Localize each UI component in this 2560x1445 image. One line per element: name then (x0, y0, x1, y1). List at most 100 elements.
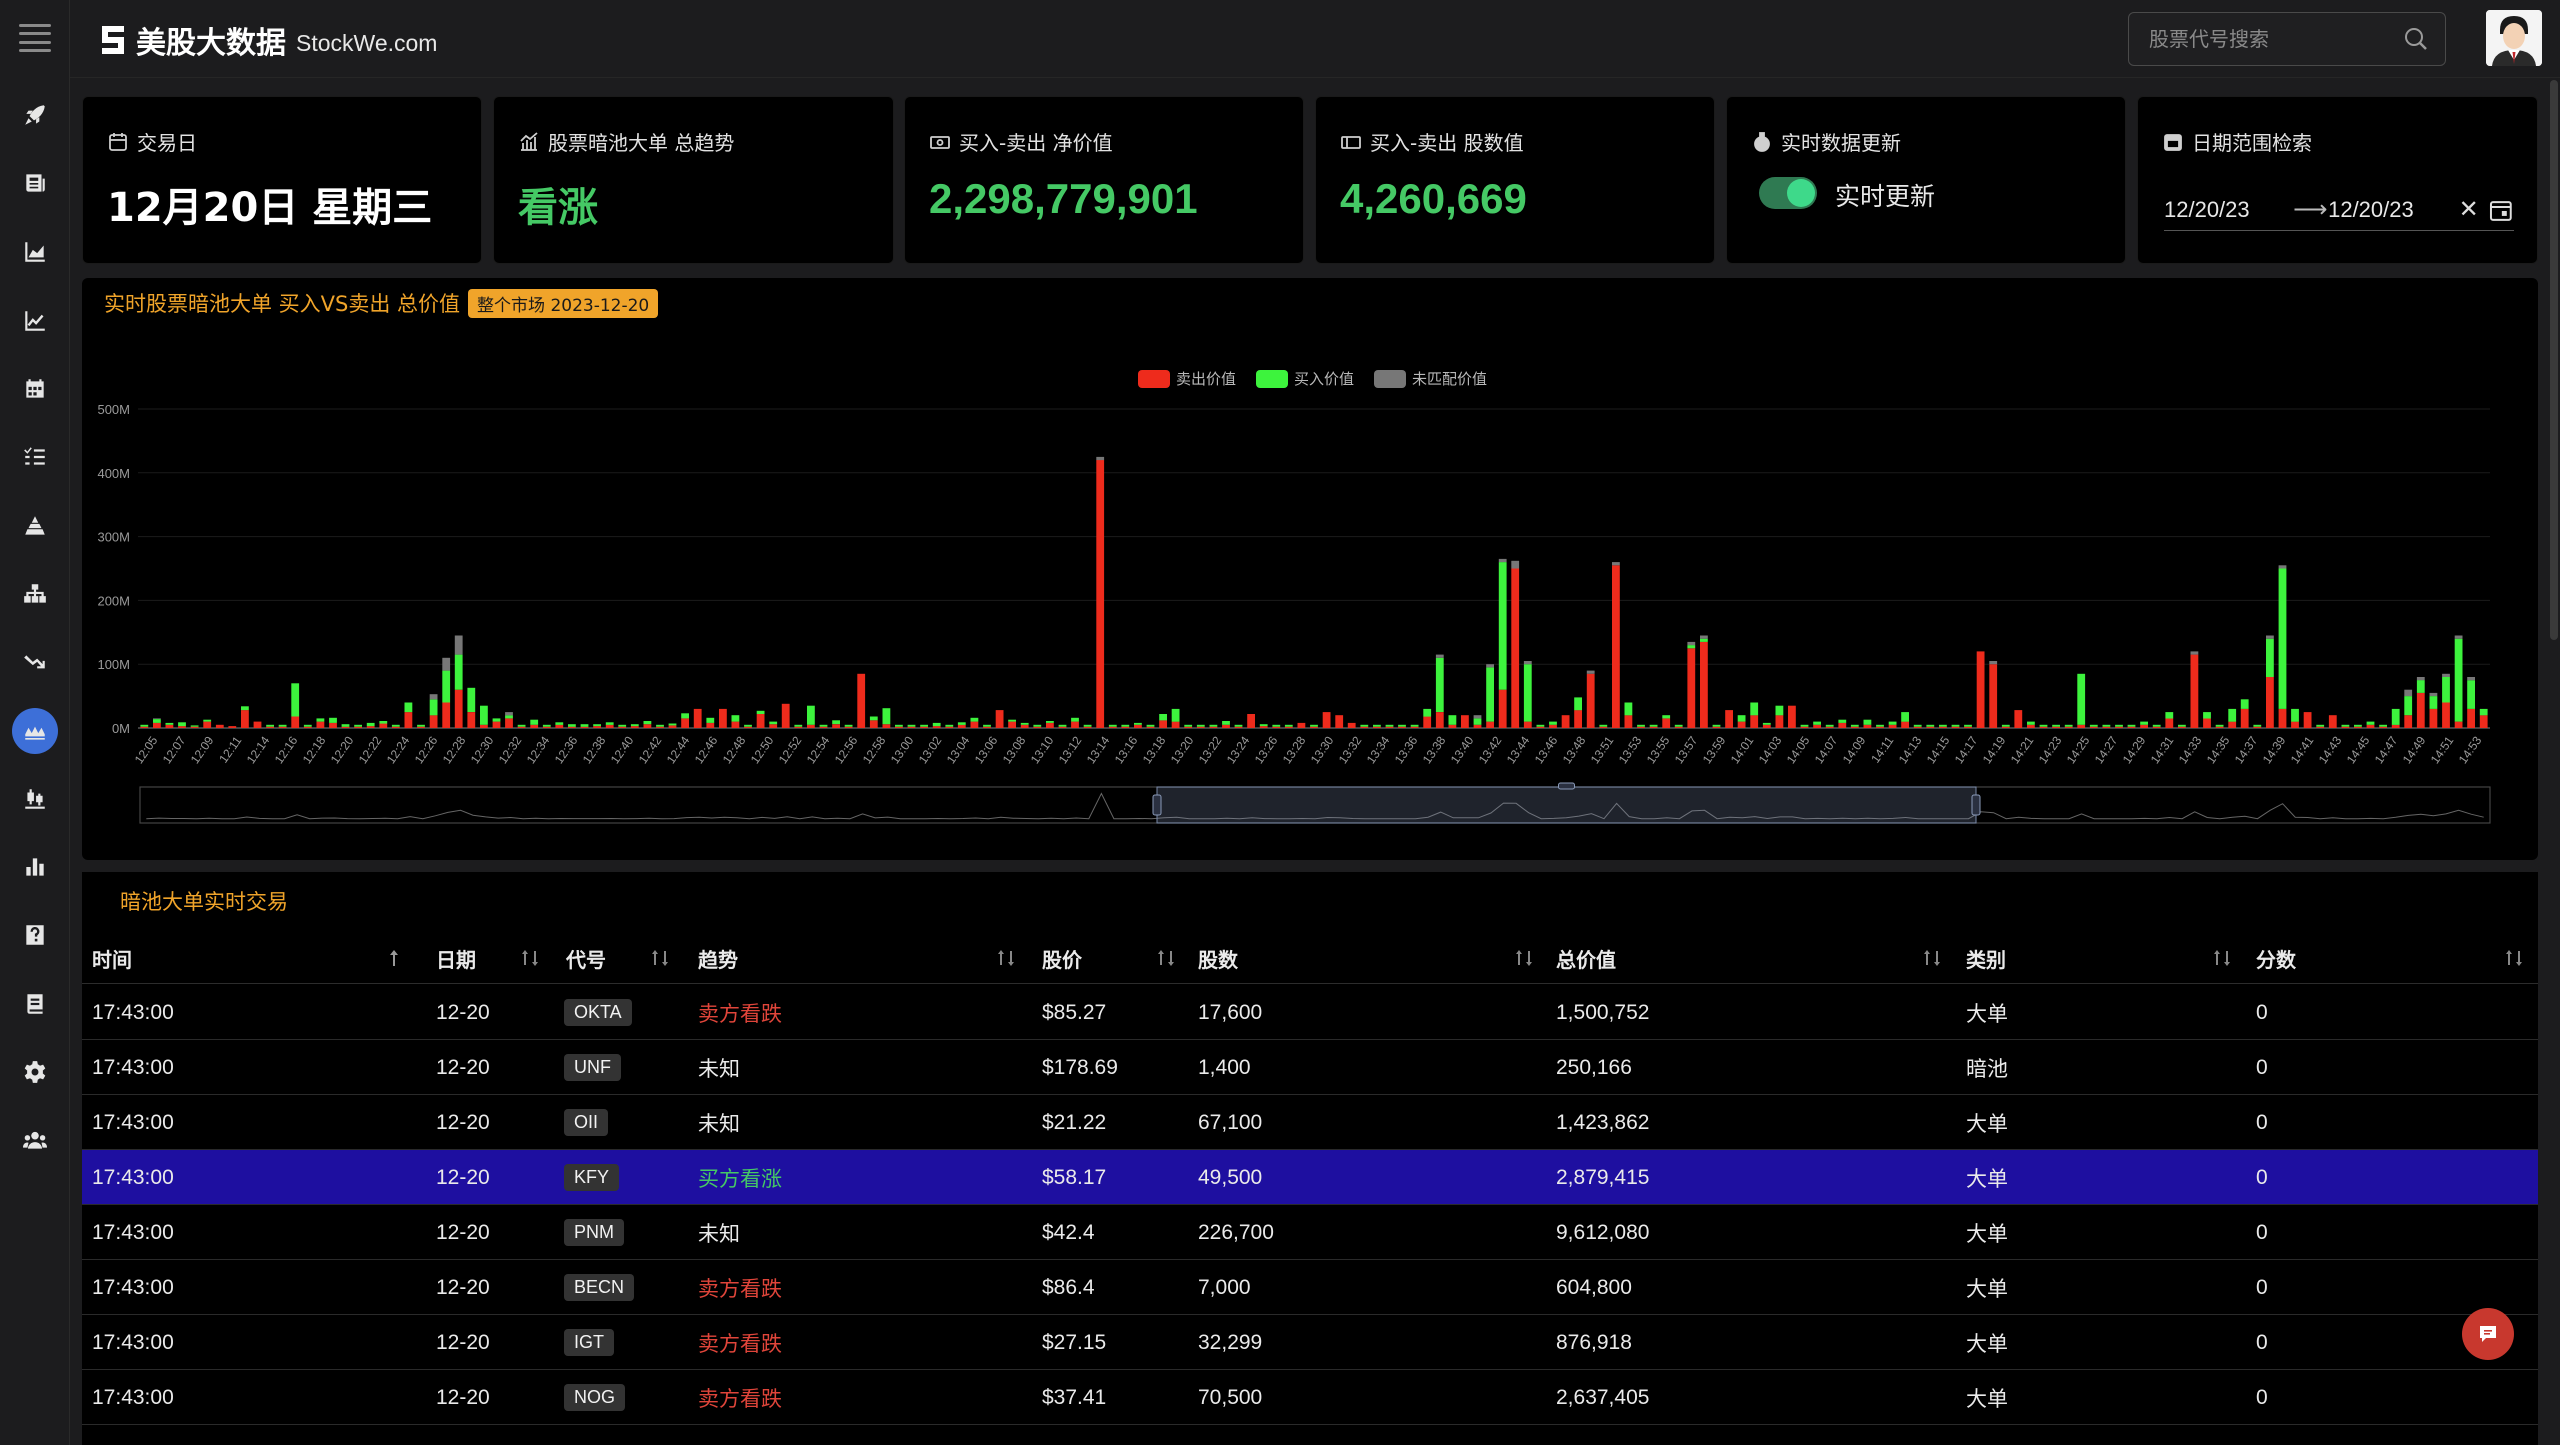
bar-sell (1762, 724, 1771, 728)
cell-trend: 卖方看跌 (698, 1260, 782, 1315)
avatar[interactable] (2486, 10, 2542, 66)
date-from-input[interactable]: 12/20/23 (2164, 197, 2293, 223)
cell-date: 12-20 (436, 1205, 490, 1260)
bar-sell (1134, 724, 1142, 728)
sidebar-item-question[interactable] (12, 912, 58, 958)
sidebar-item-rocket[interactable] (12, 92, 58, 138)
chart-panel: 卖出价值 买入价值 未匹配价值 0M 100M 200M 300M 400M 500M 12:05… (82, 278, 2538, 860)
search-icon[interactable] (2401, 24, 2431, 54)
column-header[interactable]: 分数 (2256, 932, 2296, 984)
clear-date-icon[interactable]: ✕ (2459, 195, 2483, 224)
bar-sell (580, 726, 589, 728)
bar-unmatched (2266, 635, 2274, 639)
sidebar-item-newspaper[interactable] (12, 160, 58, 206)
sort-icon[interactable] (1920, 946, 1944, 970)
realtime-toggle[interactable] (1759, 177, 1817, 209)
bar-sell (869, 720, 878, 728)
cell-time-text: 17:43:00 (92, 1110, 174, 1134)
bar-sell (2303, 712, 2312, 729)
column-header[interactable]: 代号 (566, 932, 606, 984)
bar-buy (593, 724, 601, 727)
bar-sell (1561, 715, 1570, 728)
x-tick-label: 13:55 (1644, 733, 1673, 766)
table-row[interactable]: 17:43:00 12-20 OII 未知 $21.22 67,100 1,423,862 大… (82, 1095, 2538, 1150)
sort-icon[interactable] (518, 946, 542, 970)
sidebar-item-trend-down[interactable] (12, 640, 58, 686)
chart-badge: 整个市场 2023-12-20 (468, 288, 659, 318)
sidebar-item-water[interactable] (12, 708, 58, 754)
cell-price-text: $37.41 (1042, 1385, 1107, 1409)
menu-toggle-icon[interactable] (19, 24, 51, 52)
cell-date: 12-20 (436, 985, 490, 1040)
cell-symbol-text[interactable]: NOG (564, 1384, 626, 1411)
calendar-picker-icon[interactable] (2488, 197, 2514, 223)
sidebar-item-book[interactable] (12, 981, 58, 1027)
bar-buy (832, 720, 840, 725)
x-tick-label: 12:22 (356, 733, 385, 766)
sort-icon[interactable] (1154, 946, 1178, 970)
sidebar-item-users[interactable] (12, 1117, 58, 1163)
table-row[interactable]: 17:43:00 12-20 IGT 卖方看跌 $27.15 32,299 876,918 大… (82, 1315, 2538, 1370)
cell-price-text: $21.22 (1042, 1110, 1107, 1134)
sidebar (0, 0, 70, 1445)
cell-symbol-text[interactable]: KFY (564, 1164, 620, 1191)
bar-buy (1863, 719, 1872, 725)
cell-symbol-text[interactable]: UNF (564, 1054, 621, 1081)
table-row[interactable]: 17:43:00 12-20 PNM 未知 $42.4 226,700 9,612,080 大… (82, 1205, 2538, 1260)
chat-button[interactable] (2462, 1308, 2514, 1360)
bar-sell (1800, 726, 1809, 728)
cell-trend-text: 卖方看跌 (698, 1001, 782, 1026)
sort-icon[interactable] (648, 946, 672, 970)
sidebar-item-line-chart[interactable] (12, 298, 58, 344)
bar-buy (769, 721, 778, 725)
sort-icon[interactable] (2502, 946, 2526, 970)
column-header[interactable]: 类别 (1966, 932, 2006, 984)
sort-asc-icon[interactable] (382, 946, 406, 970)
column-header[interactable]: 总价值 (1556, 932, 1616, 984)
page-scrollbar[interactable] (2550, 80, 2558, 640)
bar-sell (517, 726, 526, 728)
sort-icon[interactable] (994, 946, 1018, 970)
date-range-picker: 12/20/23 ⟶ 12/20/23 ✕ (2164, 189, 2514, 231)
table-row[interactable]: 17:43:00 12-20 NOG 卖方看跌 $37.41 70,500 2,637,40… (82, 1370, 2538, 1425)
table-row[interactable]: 17:43:00 12-20 BECN 卖方看跌 $86.4 7,000 604,800 大单… (82, 1260, 2538, 1315)
table-row[interactable]: 17:43:00 12-20 KFY 买方看涨 $58.17 49,500 2,879,41… (82, 1150, 2538, 1205)
card-net-shares: 买入-卖出 股数值 4,260,669 (1315, 96, 1715, 264)
bar-sell (2366, 724, 2375, 728)
bar-buy (2467, 680, 2475, 709)
cell-value-text: 250,166 (1556, 1055, 1632, 1079)
column-header[interactable]: 时间 (92, 932, 132, 984)
column-header[interactable]: 日期 (436, 932, 476, 984)
sidebar-item-list-check[interactable] (12, 434, 58, 480)
logo[interactable]: 美股大数据 StockWe.com (96, 18, 437, 62)
sidebar-item-pyramid[interactable] (12, 503, 58, 549)
sort-icon[interactable] (1512, 946, 1536, 970)
search-input[interactable] (2129, 13, 2401, 65)
sidebar-item-candles[interactable] (12, 776, 58, 822)
cell-symbol-text[interactable]: PNM (564, 1219, 624, 1246)
sidebar-item-bar-chart[interactable] (12, 844, 58, 890)
bar-sell (1033, 726, 1042, 728)
sidebar-item-gear[interactable] (12, 1049, 58, 1095)
sidebar-item-calendar[interactable] (12, 366, 58, 412)
sidebar-item-sitemap[interactable] (12, 571, 58, 617)
x-tick-label: 14:35 (2204, 733, 2233, 766)
date-to-input[interactable]: 12/20/23 (2328, 197, 2458, 223)
sort-icon[interactable] (2210, 946, 2234, 970)
cell-symbol-text[interactable]: OKTA (564, 999, 632, 1026)
cell-price-text: $178.69 (1042, 1055, 1118, 1079)
sidebar-item-area-chart[interactable] (12, 229, 58, 275)
cell-symbol-text[interactable]: IGT (564, 1329, 614, 1356)
cell-symbol-text[interactable]: OII (564, 1109, 609, 1136)
bar-buy (190, 725, 199, 727)
table-row[interactable]: 17:43:00 12-20 UNF 未知 $178.69 1,400 250,166 暗池 0 (82, 1040, 2538, 1095)
bar-unmatched (2190, 651, 2199, 655)
bar-sell (253, 721, 262, 728)
table-row[interactable]: 17:43:00 12-20 OKTA 卖方看跌 $85.27 17,600 1,500,7… (82, 985, 2538, 1040)
cell-symbol-text[interactable]: BECN (564, 1274, 635, 1301)
card-trade-day: 交易日 12月20日 星期三 (82, 96, 482, 264)
bar-unmatched (1473, 715, 1482, 719)
column-header[interactable]: 股价 (1042, 932, 1082, 984)
column-header[interactable]: 股数 (1198, 932, 1238, 984)
column-header[interactable]: 趋势 (698, 932, 738, 984)
